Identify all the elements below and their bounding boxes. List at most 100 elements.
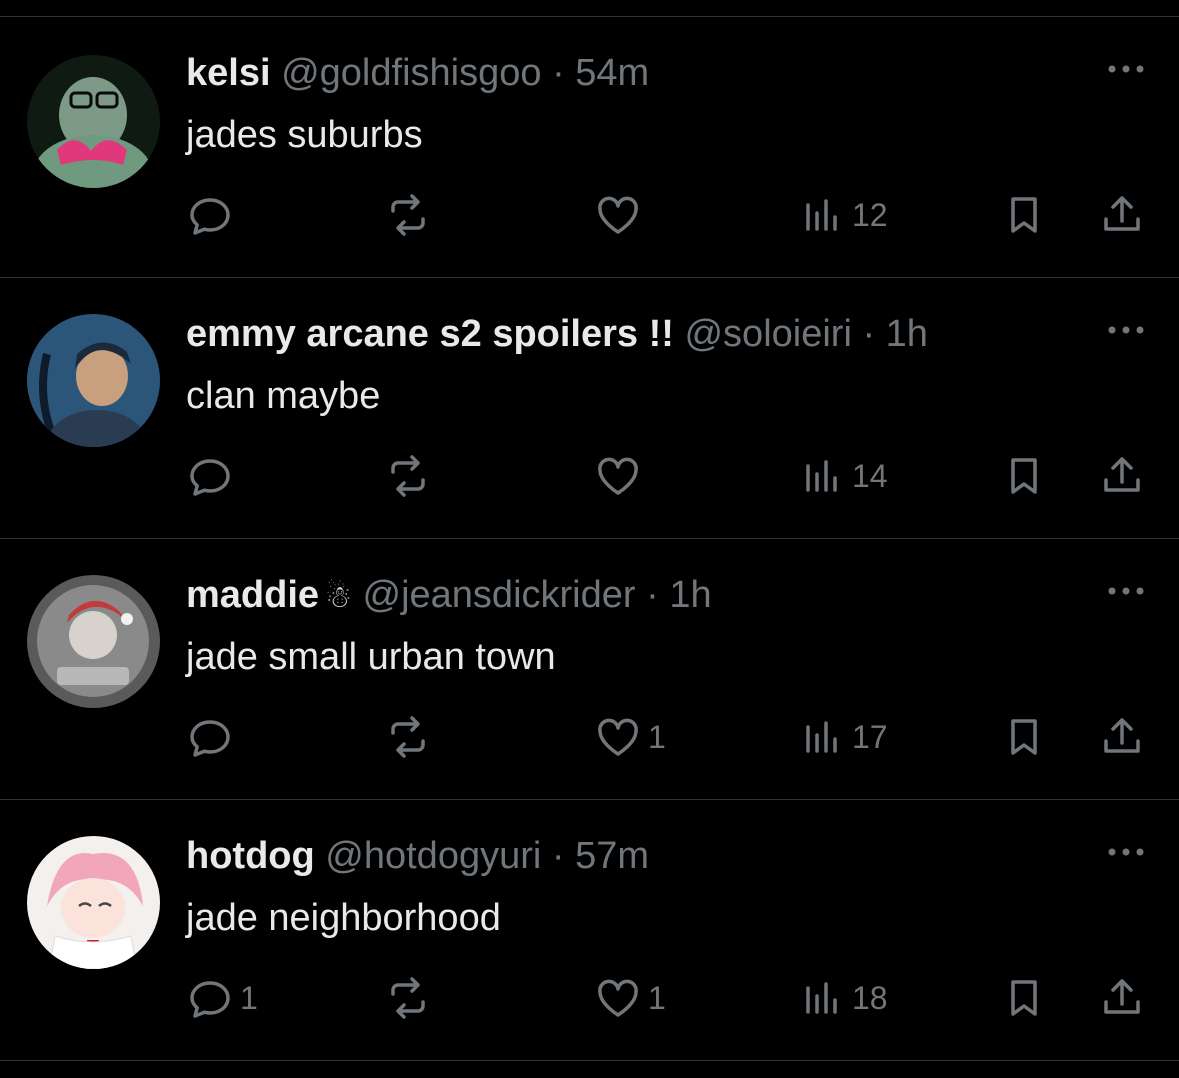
repost-button[interactable] bbox=[384, 707, 432, 767]
bookmark-icon bbox=[1011, 980, 1037, 1016]
avatar[interactable] bbox=[27, 836, 160, 969]
views-button[interactable]: 18 bbox=[798, 968, 888, 1028]
username[interactable]: @hotdogyuri bbox=[325, 835, 541, 877]
repost-icon bbox=[391, 716, 425, 758]
reply-post[interactable]: emmy arcane s2 spoilers !! @soloieiri · … bbox=[0, 278, 1179, 539]
username[interactable]: @jeansdickrider bbox=[363, 574, 636, 616]
bookmark-icon bbox=[1011, 197, 1037, 233]
view-count: 17 bbox=[852, 718, 888, 755]
action-bar: 1 1 18 bbox=[186, 968, 1146, 1028]
views-button[interactable]: 14 bbox=[798, 446, 888, 506]
views-icon bbox=[806, 982, 837, 1014]
action-bar: 14 bbox=[186, 446, 1146, 506]
more-options-icon[interactable] bbox=[1106, 320, 1146, 340]
share-button[interactable] bbox=[1098, 446, 1146, 506]
post-header: emmy arcane s2 spoilers !! @soloieiri · … bbox=[186, 311, 928, 357]
timestamp[interactable]: 57m bbox=[575, 835, 649, 877]
view-count: 12 bbox=[852, 196, 888, 233]
post-header: maddie ☃ @jeansdickrider · 1h bbox=[186, 572, 712, 618]
username[interactable]: @goldfishisgoo bbox=[281, 52, 541, 94]
display-name[interactable]: hotdog bbox=[186, 835, 315, 877]
like-button[interactable] bbox=[594, 185, 648, 245]
reply-post[interactable]: kelsi @goldfishisgoo · 54m jades suburbs… bbox=[0, 17, 1179, 278]
views-icon bbox=[806, 199, 837, 231]
share-icon bbox=[1104, 457, 1140, 492]
heart-icon bbox=[598, 457, 638, 495]
bookmark-button[interactable] bbox=[1000, 185, 1048, 245]
separator: · bbox=[551, 835, 565, 877]
reply-icon bbox=[190, 981, 230, 1018]
like-count: 1 bbox=[648, 979, 666, 1016]
reply-button[interactable] bbox=[186, 707, 240, 767]
bookmark-button[interactable] bbox=[1000, 968, 1048, 1028]
username[interactable]: @soloieiri bbox=[684, 313, 851, 355]
avatar-image bbox=[27, 836, 160, 969]
display-name[interactable]: maddie bbox=[186, 574, 319, 616]
avatar-image bbox=[27, 55, 160, 188]
separator: · bbox=[862, 313, 876, 355]
repost-icon bbox=[391, 455, 425, 497]
bookmark-button[interactable] bbox=[1000, 446, 1048, 506]
post-text: jades suburbs bbox=[186, 114, 423, 156]
avatar-image bbox=[27, 575, 160, 708]
repost-button[interactable] bbox=[384, 185, 432, 245]
reply-button[interactable] bbox=[186, 446, 240, 506]
post-text: jade small urban town bbox=[186, 636, 556, 678]
reply-icon bbox=[190, 720, 230, 757]
bookmark-icon bbox=[1011, 719, 1037, 755]
repost-button[interactable] bbox=[384, 968, 432, 1028]
share-icon bbox=[1104, 196, 1140, 231]
reply-post[interactable]: hotdog @hotdogyuri · 57m jade neighborho… bbox=[0, 800, 1179, 1061]
reply-post[interactable]: maddie ☃ @jeansdickrider · 1h jade small … bbox=[0, 539, 1179, 800]
like-button[interactable]: 1 bbox=[594, 968, 666, 1028]
display-name[interactable]: emmy arcane s2 spoilers !! bbox=[186, 313, 674, 355]
repost-button[interactable] bbox=[384, 446, 432, 506]
avatar[interactable] bbox=[27, 314, 160, 447]
views-icon bbox=[806, 721, 837, 753]
separator: · bbox=[646, 574, 659, 616]
snowman-icon: ☃ bbox=[325, 581, 352, 614]
heart-icon bbox=[598, 718, 638, 756]
more-options-icon[interactable] bbox=[1106, 59, 1146, 79]
share-icon bbox=[1104, 718, 1140, 753]
action-bar: 12 bbox=[186, 185, 1146, 245]
view-count: 14 bbox=[852, 457, 888, 494]
reply-icon bbox=[190, 459, 230, 496]
bookmark-icon bbox=[1011, 458, 1037, 494]
share-button[interactable] bbox=[1098, 968, 1146, 1028]
timestamp[interactable]: 54m bbox=[575, 52, 649, 94]
action-bar: 1 17 bbox=[186, 707, 1146, 767]
bookmark-button[interactable] bbox=[1000, 707, 1048, 767]
reply-icon bbox=[190, 198, 230, 235]
views-button[interactable]: 17 bbox=[798, 707, 888, 767]
timestamp[interactable]: 1h bbox=[886, 313, 928, 355]
avatar[interactable] bbox=[27, 55, 160, 188]
post-text: clan maybe bbox=[186, 375, 381, 417]
avatar[interactable] bbox=[27, 575, 160, 708]
view-count: 18 bbox=[852, 979, 888, 1016]
views-button[interactable]: 12 bbox=[798, 185, 888, 245]
avatar-image bbox=[27, 314, 160, 447]
post-text: jade neighborhood bbox=[186, 897, 501, 939]
like-button[interactable] bbox=[594, 446, 648, 506]
repost-icon bbox=[391, 977, 425, 1019]
share-icon bbox=[1104, 979, 1140, 1014]
more-options-icon[interactable] bbox=[1106, 581, 1146, 601]
reply-count: 1 bbox=[240, 979, 258, 1016]
share-button[interactable] bbox=[1098, 185, 1146, 245]
repost-icon bbox=[391, 194, 425, 236]
separator: · bbox=[552, 52, 565, 94]
reply-button[interactable] bbox=[186, 185, 240, 245]
display-name[interactable]: kelsi bbox=[186, 52, 271, 94]
post-header: kelsi @goldfishisgoo · 54m bbox=[186, 50, 649, 96]
like-button[interactable]: 1 bbox=[594, 707, 666, 767]
post-header: hotdog @hotdogyuri · 57m bbox=[186, 833, 649, 879]
share-button[interactable] bbox=[1098, 707, 1146, 767]
more-options-icon[interactable] bbox=[1106, 842, 1146, 862]
views-icon bbox=[806, 460, 837, 492]
heart-icon bbox=[598, 196, 638, 234]
timestamp[interactable]: 1h bbox=[669, 574, 711, 616]
reply-button[interactable]: 1 bbox=[186, 968, 258, 1028]
heart-icon bbox=[598, 979, 638, 1017]
like-count: 1 bbox=[648, 718, 666, 755]
